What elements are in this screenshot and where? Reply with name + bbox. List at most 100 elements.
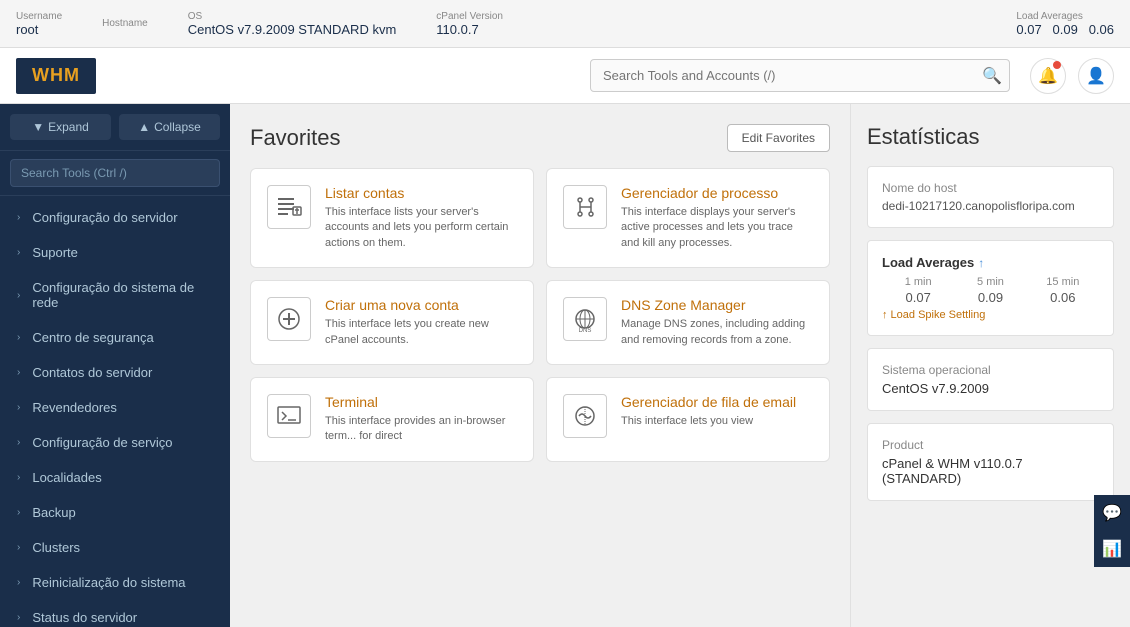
load-averages-card: Load Averages ↑ 1 min 5 min 15 min 0.07 … <box>867 240 1114 336</box>
favorite-card-content: Criar uma nova conta This interface lets… <box>325 297 517 348</box>
favorite-card[interactable]: Listar contas This interface lists your … <box>250 168 534 268</box>
hostname-label: Hostname <box>102 18 148 29</box>
chevron-right-icon: › <box>17 402 20 413</box>
cpanel-value: 110.0.7 <box>436 22 503 37</box>
chevron-right-icon: › <box>17 612 20 623</box>
sidebar-item[interactable]: ›Reinicialização do sistema <box>0 565 230 600</box>
favorite-card-title: DNS Zone Manager <box>621 297 813 313</box>
favorites-header: Favorites Edit Favorites <box>250 124 830 152</box>
search-input[interactable] <box>590 59 1010 92</box>
chevron-right-icon: › <box>17 542 20 553</box>
nav-item-label: Clusters <box>32 540 80 555</box>
sidebar-item[interactable]: ›Configuração do sistema de rede <box>0 270 230 320</box>
sidebar-search-input[interactable] <box>10 159 220 187</box>
favorite-card-content: DNS Zone Manager Manage DNS zones, inclu… <box>621 297 813 348</box>
chart-float-button[interactable]: 📊 <box>1094 531 1130 567</box>
collapse-icon: ▲ <box>138 120 150 134</box>
sidebar-item[interactable]: ›Contatos do servidor <box>0 355 230 390</box>
load-averages-info-icon: ↑ <box>978 256 984 270</box>
expand-icon: ▼ <box>32 120 44 134</box>
favorite-card-icon <box>267 297 311 341</box>
favorite-card-icon <box>563 185 607 229</box>
favorite-card-title: Criar uma nova conta <box>325 297 517 313</box>
favorite-card[interactable]: Criar uma nova conta This interface lets… <box>250 280 534 365</box>
favorite-card[interactable]: Gerenciador de processo This interface d… <box>546 168 830 268</box>
sidebar-navigation: ›Configuração do servidor›Suporte›Config… <box>0 196 230 627</box>
favorite-card-title: Gerenciador de processo <box>621 185 813 201</box>
sidebar-item[interactable]: › Revendedores <box>0 390 230 425</box>
os-label: OS <box>188 11 397 22</box>
favorite-card-content: Gerenciador de fila de email This interf… <box>621 394 813 445</box>
hostname-card-label: Nome do host <box>882 181 1099 195</box>
favorite-card-desc: This interface lists your server's accou… <box>325 205 517 251</box>
favorite-card-title: Gerenciador de fila de email <box>621 394 813 410</box>
sidebar-item[interactable]: ›Localidades <box>0 460 230 495</box>
favorite-card-content: Listar contas This interface lists your … <box>325 185 517 251</box>
nav-item-label: Status do servidor <box>32 610 137 625</box>
sidebar-item[interactable]: › Centro de segurança <box>0 320 230 355</box>
chevron-right-icon: › <box>17 332 20 343</box>
load-spike-text: ↑ Load Spike Settling <box>882 309 1099 321</box>
username-info: Username root <box>16 11 62 37</box>
notification-badge <box>1053 61 1061 69</box>
sidebar-item[interactable]: › Clusters <box>0 530 230 565</box>
main-layout: ▼ Expand ▲ Collapse › Configuração do ser… <box>0 104 1130 627</box>
search-submit-button[interactable]: 🔍 <box>982 66 1002 86</box>
nav-item-label: Localidades <box>32 470 101 485</box>
chat-float-button[interactable]: 💬 <box>1094 495 1130 531</box>
chevron-right-icon: › <box>17 247 20 258</box>
hostname-info: Hostname <box>102 18 148 29</box>
favorite-card[interactable]: DNS DNS Zone Manager Manage DNS zones, i… <box>546 280 830 365</box>
user-menu-button[interactable]: 👤 <box>1078 58 1114 94</box>
load-values: 0.07 0.09 0.06 <box>1016 22 1114 37</box>
favorite-card[interactable]: Terminal This interface provides an in-b… <box>250 377 534 462</box>
product-card-label: Product <box>882 438 1099 452</box>
favorite-card-desc: This interface provides an in-browser te… <box>325 414 517 445</box>
load-value-row: 0.07 0.09 0.06 <box>882 290 1099 305</box>
sidebar-item[interactable]: › Status do servidor <box>0 600 230 627</box>
load-label-row: 1 min 5 min 15 min <box>882 276 1099 288</box>
expand-button[interactable]: ▼ Expand <box>10 114 111 140</box>
header-actions: 🔔 👤 <box>1030 58 1114 94</box>
hostname-card-value: dedi-10217120.canopolisfloripa.com <box>882 199 1099 213</box>
nav-item-label: Backup <box>32 505 75 520</box>
favorites-grid: Listar contas This interface lists your … <box>250 168 830 462</box>
os-value: CentOS v7.9.2009 STANDARD kvm <box>188 22 397 37</box>
cpanel-label: cPanel Version <box>436 11 503 22</box>
favorite-card-desc: This interface displays your server's ac… <box>621 205 813 251</box>
username-value: root <box>16 22 62 37</box>
sidebar-item[interactable]: › Suporte <box>0 235 230 270</box>
chevron-right-icon: › <box>17 367 20 378</box>
hostname-card: Nome do host dedi-10217120.canopolisflor… <box>867 166 1114 228</box>
chevron-right-icon: › <box>17 507 20 518</box>
os-card-value: CentOS v7.9.2009 <box>882 381 1099 396</box>
collapse-button[interactable]: ▲ Collapse <box>119 114 220 140</box>
main-content: Favorites Edit Favorites Listar contas T… <box>230 104 1130 627</box>
favorite-card-icon <box>563 394 607 438</box>
load-label: Load Averages <box>1016 11 1114 22</box>
favorite-card-icon: DNS <box>563 297 607 341</box>
edit-favorites-button[interactable]: Edit Favorites <box>727 124 830 152</box>
load-averages-info: Load Averages 0.07 0.09 0.06 <box>1016 11 1114 37</box>
nav-item-label: Revendedores <box>32 400 117 415</box>
nav-item-label: Configuração de serviço <box>32 435 172 450</box>
favorite-card[interactable]: Gerenciador de fila de email This interf… <box>546 377 830 462</box>
chevron-right-icon: › <box>17 212 20 223</box>
favorite-card-content: Gerenciador de processo This interface d… <box>621 185 813 251</box>
stats-section: Estatísticas Nome do host dedi-10217120.… <box>850 104 1130 627</box>
sidebar-item[interactable]: ›Configuração de serviço <box>0 425 230 460</box>
svg-text:DNS: DNS <box>579 328 592 333</box>
notification-button[interactable]: 🔔 <box>1030 58 1066 94</box>
nav-item-label: Suporte <box>32 245 78 260</box>
product-card-value: cPanel & WHM v110.0.7 (STANDARD) <box>882 456 1099 486</box>
sidebar-item[interactable]: › Backup <box>0 495 230 530</box>
nav-item-label: Configuração do servidor <box>32 210 177 225</box>
load-averages-card-label: Load Averages ↑ <box>882 255 1099 270</box>
chevron-right-icon: › <box>17 290 20 301</box>
nav-item-label: Centro de segurança <box>32 330 153 345</box>
right-float-buttons: 💬 📊 <box>1094 495 1130 567</box>
sidebar-item[interactable]: › Configuração do servidor <box>0 200 230 235</box>
favorites-title: Favorites <box>250 125 340 151</box>
main-header: WHM 🔍 🔔 👤 <box>0 48 1130 104</box>
sidebar-search-container <box>0 151 230 196</box>
